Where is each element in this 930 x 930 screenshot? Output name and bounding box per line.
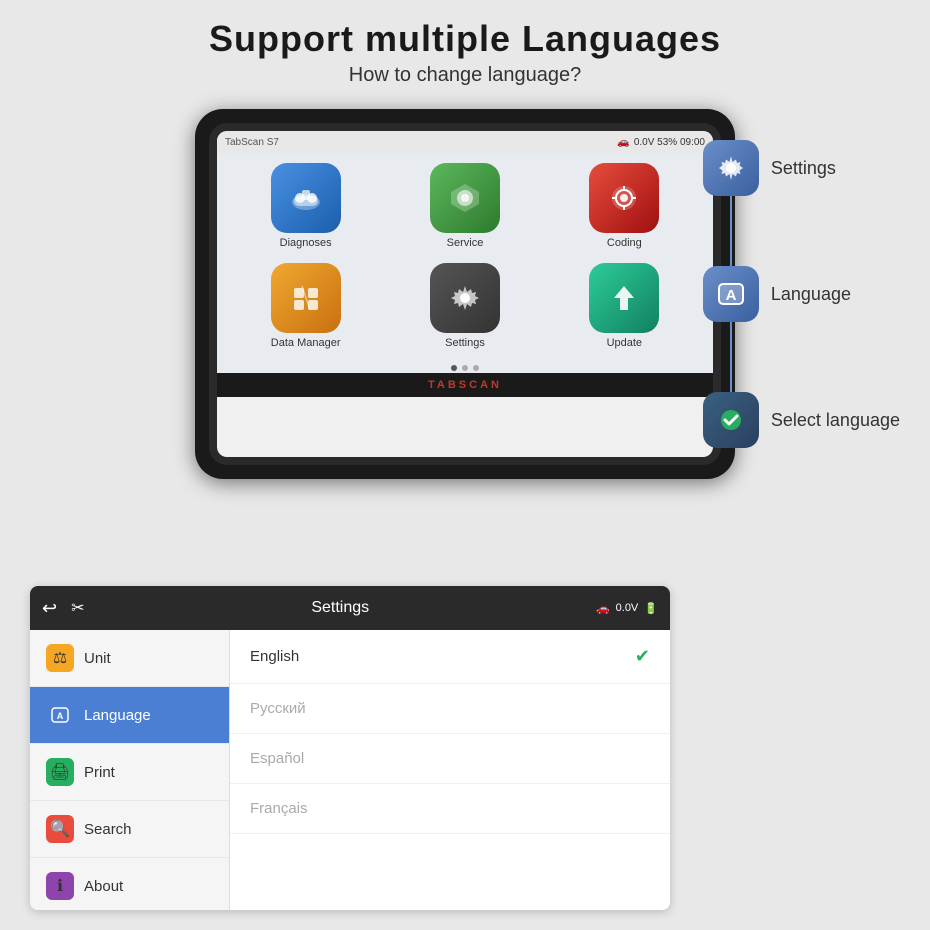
app-data-manager[interactable]: Data Manager [233,263,378,349]
about-menu-icon: ℹ [46,872,74,900]
settings-label-app: Settings [445,337,485,349]
battery-icon: 🔋 [644,602,658,615]
lang-french-label: Français [250,800,308,817]
data-manager-label: Data Manager [271,337,341,349]
dot-1 [451,365,457,371]
app-grid: Diagnoses + Service [217,153,713,359]
back-icon[interactable]: ↩ [42,598,57,619]
callout-settings: Settings [703,140,836,196]
language-menu-label: Language [84,707,151,724]
device-brand-label: TabScan S7 [225,137,279,148]
menu-item-search[interactable]: 🔍 Search [30,801,229,858]
tablet-inner: TabScan S7 🚗 0.0V 53% 09:00 [209,123,721,465]
page-dots [217,359,713,373]
svg-text:A: A [725,287,736,304]
unit-menu-label: Unit [84,650,111,667]
app-coding[interactable]: Coding [552,163,697,249]
dot-2 [462,365,468,371]
lang-item-french[interactable]: Français [230,784,670,834]
settings-callout-label: Settings [771,158,836,179]
lang-english-label: English [250,648,299,665]
app-settings[interactable]: Settings [392,263,537,349]
settings-header-bar: ↩ ✂ Settings 🚗 0.0V 🔋 [30,586,670,630]
menu-item-about[interactable]: ℹ About [30,858,229,910]
status-bar: TabScan S7 🚗 0.0V 53% 09:00 [217,131,713,153]
lang-item-russian[interactable]: Русский [230,684,670,734]
service-icon: + [430,163,500,233]
settings-panel: ↩ ✂ Settings 🚗 0.0V 🔋 ⚖ Unit A [30,586,670,910]
select-language-callout-label: Select language [771,410,900,431]
car-icon: 🚗 [617,137,629,148]
lang-item-spanish[interactable]: Español [230,734,670,784]
language-list: English ✔ Русский Español Français [230,630,670,910]
app-service[interactable]: + Service [392,163,537,249]
callout-select-language: Select language [703,392,900,448]
search-menu-icon: 🔍 [46,815,74,843]
settings-bar-right: 🚗 0.0V 🔋 [596,602,658,615]
lang-item-english[interactable]: English ✔ [230,630,670,684]
callouts: Settings A Language Select language [703,140,900,448]
callout-language: A Language [703,266,851,322]
coding-icon [589,163,659,233]
settings-callout-icon [703,140,759,196]
update-icon [589,263,659,333]
sidebar-menu: ⚖ Unit A Language 🖨 Print 🔍 Search [30,630,230,910]
lang-spanish-label: Español [250,750,304,767]
unit-menu-icon: ⚖ [46,644,74,672]
print-menu-icon: 🖨 [46,758,74,786]
svg-text:A: A [57,711,64,721]
search-menu-label: Search [84,821,132,838]
voltage-status: 0.0V 53% 09:00 [634,137,705,148]
dot-3 [473,365,479,371]
language-callout-icon: A [703,266,759,322]
lang-english-check: ✔ [635,646,650,667]
settings-bar-left: ↩ ✂ [42,598,85,619]
scissor-icon[interactable]: ✂ [71,598,84,618]
about-menu-label: About [84,878,123,895]
tablet-screen: TabScan S7 🚗 0.0V 53% 09:00 [217,131,713,457]
app-update[interactable]: Update [552,263,697,349]
select-language-callout-icon [703,392,759,448]
update-label: Update [607,337,642,349]
tablet-device: TabScan S7 🚗 0.0V 53% 09:00 [195,109,735,479]
service-label: Service [447,237,484,249]
car-status-icon: 🚗 [596,602,610,615]
line-1 [730,196,732,266]
diagnoses-icon [271,163,341,233]
brand-bar: TABSCAN [217,373,713,397]
app-diagnoses[interactable]: Diagnoses [233,163,378,249]
voltage-display: 0.0V [616,602,639,614]
data-manager-icon [271,263,341,333]
menu-item-print[interactable]: 🖨 Print [30,744,229,801]
language-callout-label: Language [771,284,851,305]
settings-panel-title: Settings [311,599,369,617]
page-header: Support multiple Languages How to change… [0,0,930,93]
coding-label: Coding [607,237,642,249]
brand-text: TABSCAN [428,379,502,391]
main-title: Support multiple Languages [0,18,930,60]
menu-item-unit[interactable]: ⚖ Unit [30,630,229,687]
menu-item-language[interactable]: A Language [30,687,229,744]
panel-body: ⚖ Unit A Language 🖨 Print 🔍 Search [30,630,670,910]
sub-title: How to change language? [0,64,930,87]
diagnoses-label: Diagnoses [280,237,332,249]
settings-icon-app [430,263,500,333]
lang-russian-label: Русский [250,700,306,717]
print-menu-label: Print [84,764,115,781]
status-right: 🚗 0.0V 53% 09:00 [617,137,705,148]
line-2 [730,322,732,392]
language-menu-icon: A [46,701,74,729]
